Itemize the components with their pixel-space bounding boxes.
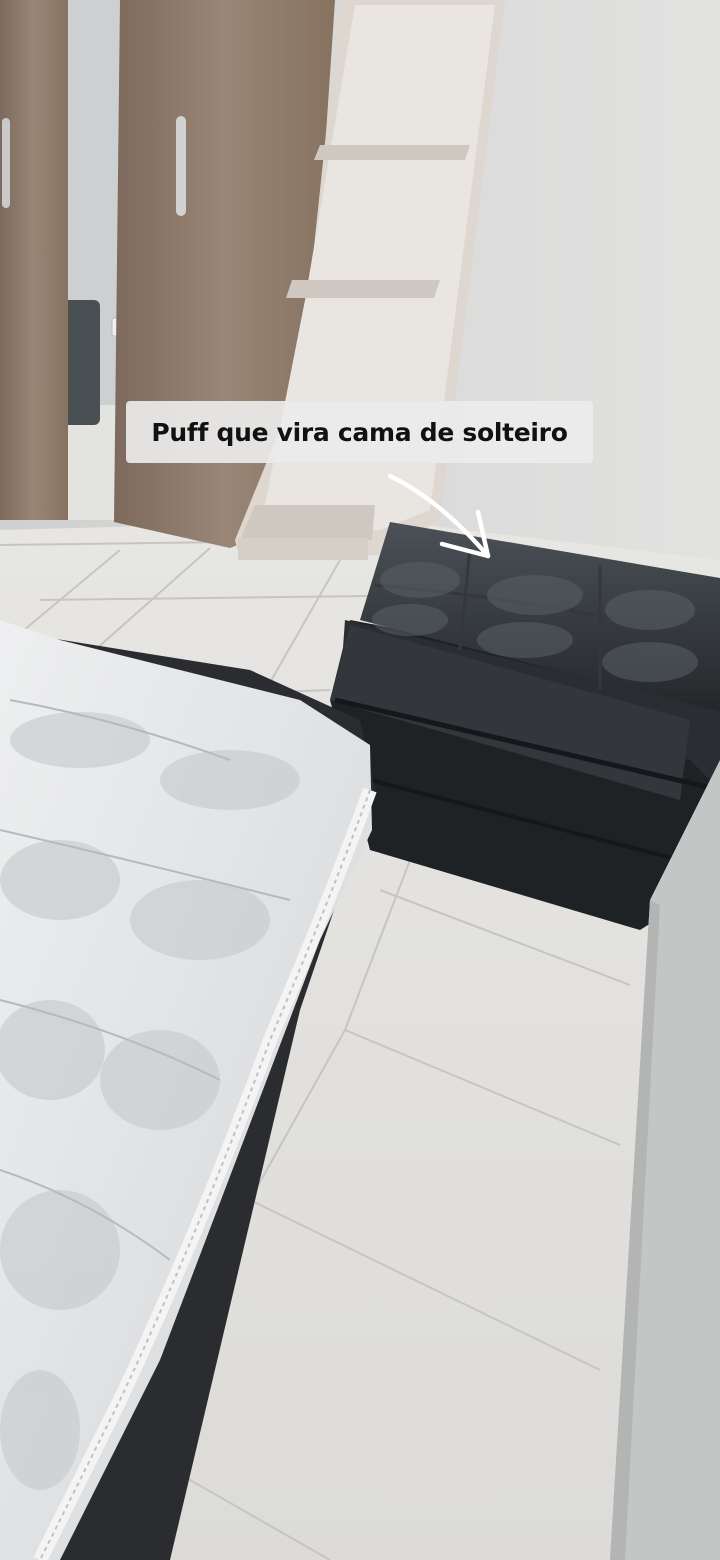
wardrobe-left-handle [2,118,10,208]
wardrobe-right-handle [176,116,186,216]
story-photo: Puff que vira cama de solteiro [0,0,720,1560]
room-photo [0,0,720,1560]
story-caption: Puff que vira cama de solteiro [126,401,593,463]
wardrobe-left-door [0,0,68,520]
shelf-base [238,538,368,560]
